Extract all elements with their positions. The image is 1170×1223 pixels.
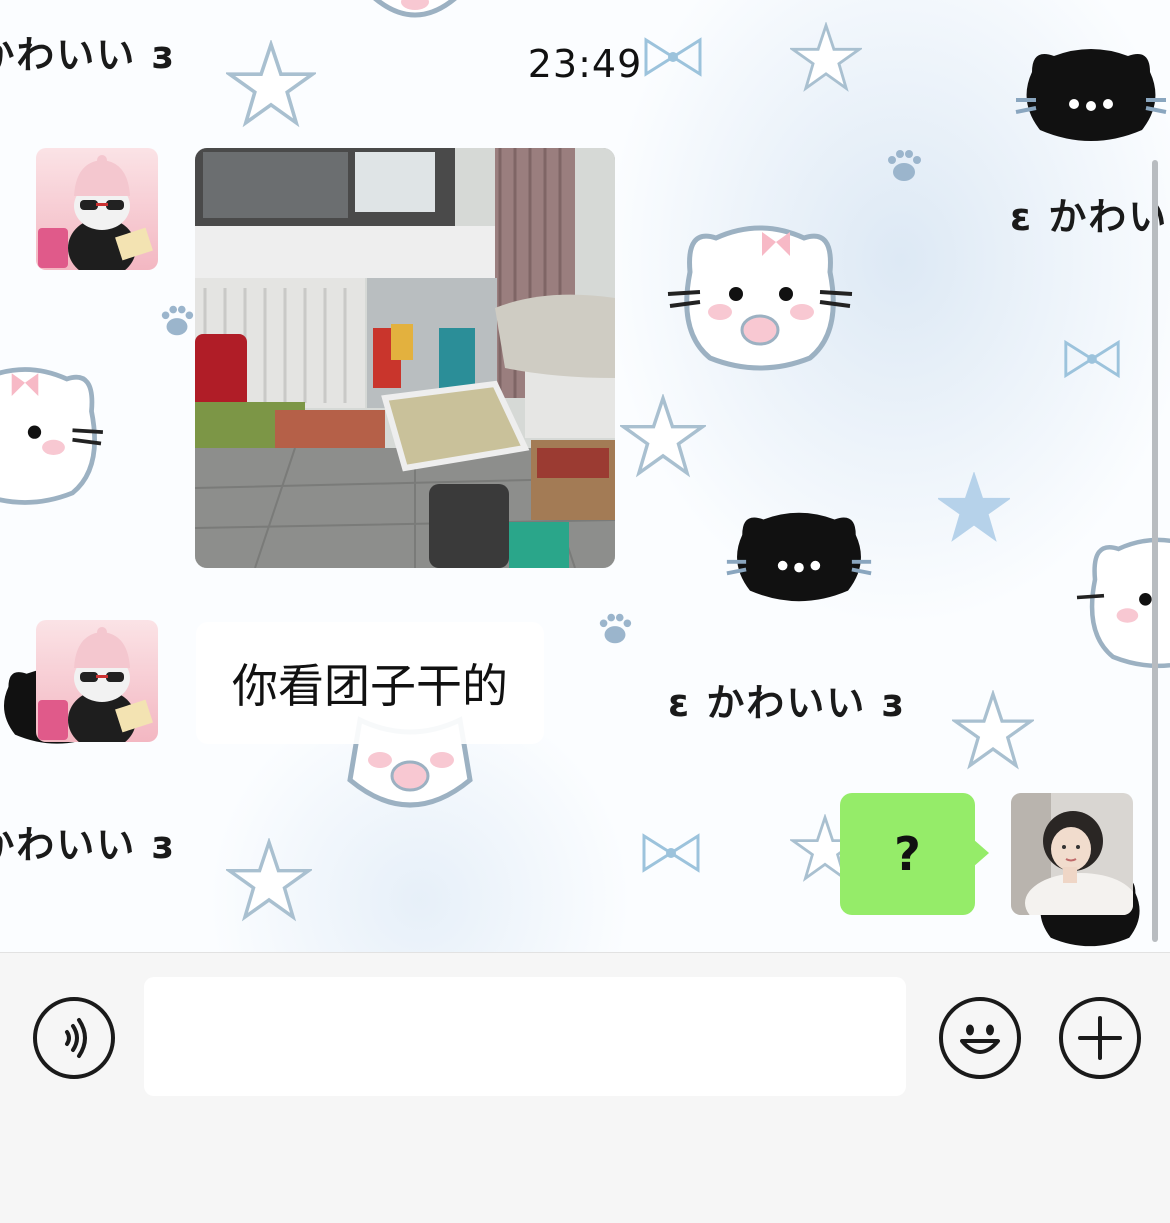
white-cat-decoration <box>373 0 457 18</box>
cat-avatar-image <box>36 620 158 742</box>
wallpaper-text: ɛ かわいい з <box>0 823 176 867</box>
star-decoration <box>938 472 1010 542</box>
contact-avatar[interactable] <box>36 620 158 742</box>
star-decoration <box>226 838 312 922</box>
contact-avatar[interactable] <box>36 148 158 270</box>
self-avatar[interactable] <box>1011 793 1133 915</box>
white-cat-decoration <box>0 367 104 505</box>
black-cat-decoration <box>726 512 872 602</box>
room-photo-image <box>195 148 615 568</box>
message-timestamp: 23:49 <box>527 42 643 86</box>
paw-decoration <box>888 150 921 181</box>
emoji-button[interactable] <box>939 997 1021 1079</box>
message-input[interactable] <box>144 977 906 1096</box>
wallpaper-text: ɛ かわいい з <box>668 681 906 725</box>
voice-icon <box>65 1018 87 1058</box>
cat-avatar-image <box>36 148 158 270</box>
star-decoration <box>620 394 706 478</box>
chat-scrollbar[interactable] <box>1152 160 1158 942</box>
message-text: ? <box>894 827 921 881</box>
wallpaper-text: ɛ かわいい з <box>1010 195 1170 239</box>
bow-decoration <box>1064 339 1120 379</box>
emoji-icon <box>960 1024 1000 1054</box>
message-text: 你看团子干的 <box>232 659 508 713</box>
white-cat-decoration <box>667 225 853 371</box>
paw-decoration <box>599 613 632 644</box>
bow-decoration <box>642 833 700 873</box>
paw-decoration <box>161 305 194 336</box>
plus-icon <box>1078 1016 1122 1060</box>
chat-area[interactable]: ɛ かわいい з ɛ かわいい з ɛ かわいい з ɛ かわいい з 23:4… <box>0 0 1170 952</box>
portrait-avatar-image <box>1011 793 1133 915</box>
voice-button[interactable] <box>33 997 115 1079</box>
sent-text-bubble[interactable]: ? <box>840 793 989 915</box>
received-text-bubble[interactable]: 你看团子干的 <box>196 622 544 744</box>
more-button[interactable] <box>1059 997 1141 1079</box>
star-decoration <box>952 690 1034 770</box>
message-input-bar <box>0 952 1170 1223</box>
photo-message[interactable] <box>195 148 615 568</box>
